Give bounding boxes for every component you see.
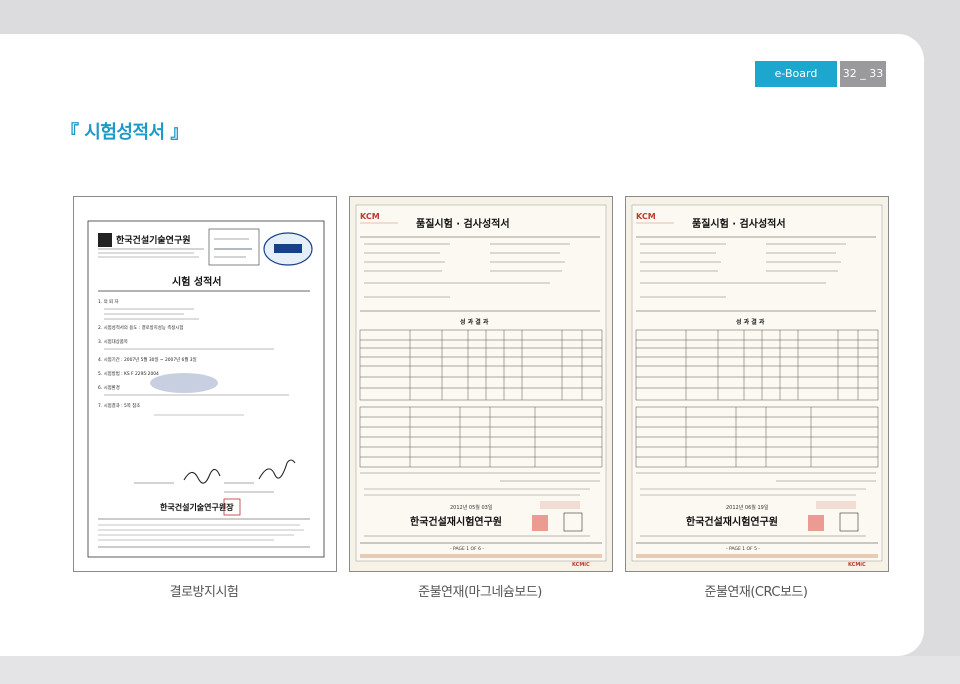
svg-text:KCMiC: KCMiC <box>572 562 590 568</box>
doc2-footer-org: 한국건설재시험연구원 <box>410 515 502 528</box>
page-title: 『 시험성적서 』 <box>61 122 188 143</box>
caption-magnesium-board: 준불연재(마그네슘보드) <box>418 585 542 600</box>
doc1-item: 6. 시험환경 <box>98 384 120 391</box>
doc2-title: 품질시험 · 검사성적서 <box>416 217 510 230</box>
doc1-item: 4. 시험기간 : 2007년 5월 30일 ~ 2007년 6월 3일 <box>98 356 197 363</box>
doc1-item: 7. 시험결과 : 5쪽 참조 <box>98 402 140 409</box>
doc3-results-title: 성 과 결 과 <box>736 318 765 326</box>
doc1-footer-org: 한국건설기술연구원장 <box>160 502 234 512</box>
doc1-item: 2. 시험성적서의 용도 : 결로방지성능 측정시험 <box>98 324 183 331</box>
doc1-org: 한국건설기술연구원 <box>116 234 191 246</box>
doc3-title: 품질시험 · 검사성적서 <box>692 217 786 230</box>
doc1-title: 시험 성적서 <box>172 275 221 288</box>
doc3-page: - PAGE 1 OF 5 - <box>726 546 760 552</box>
doc1-item: 1. 의 뢰 자 <box>98 298 119 305</box>
doc3-logo: KCM <box>636 212 656 221</box>
doc1-item: 3. 시험대상품목 <box>98 338 128 345</box>
doc2-logo: KCM <box>360 212 380 221</box>
svg-text:KCMiC: KCMiC <box>848 562 866 568</box>
doc2-page: - PAGE 1 OF 6 - <box>450 546 484 552</box>
doc2-seal-icon <box>532 515 548 531</box>
caption-crc-board: 준불연재(CRC보드) <box>704 585 808 600</box>
certificate-scan-condensation: 한국건설기술연구원 시험 성적서 1. 의 뢰 자 2. 시험성적서의 용도 :… <box>73 196 337 572</box>
doc2-results-title: 성 과 결 과 <box>460 318 489 326</box>
page-numbers: 32 _ 33 <box>840 61 886 87</box>
bottom-bar <box>0 656 960 684</box>
certificate-scan-crc-board: KCM 품질시험 · 검사성적서 성 과 결 과 2012년 06월 19일 한… <box>625 196 889 572</box>
doc3-seal-icon <box>808 515 824 531</box>
brand-label: e-Board <box>755 61 837 87</box>
doc2-date: 2012년 05월 03일 <box>450 504 493 511</box>
doc3-footer-org: 한국건설재시험연구원 <box>686 515 778 528</box>
doc1-item: 5. 시험방법 : KS F 2295:2004 <box>98 370 159 377</box>
certificate-scan-magnesium-board: KCM 품질시험 · 검사성적서 성 과 결 과 2012년 05월 03일 한… <box>349 196 613 572</box>
doc3-date: 2012년 06월 19일 <box>726 504 769 511</box>
caption-condensation-test: 결로방지시험 <box>169 585 239 600</box>
